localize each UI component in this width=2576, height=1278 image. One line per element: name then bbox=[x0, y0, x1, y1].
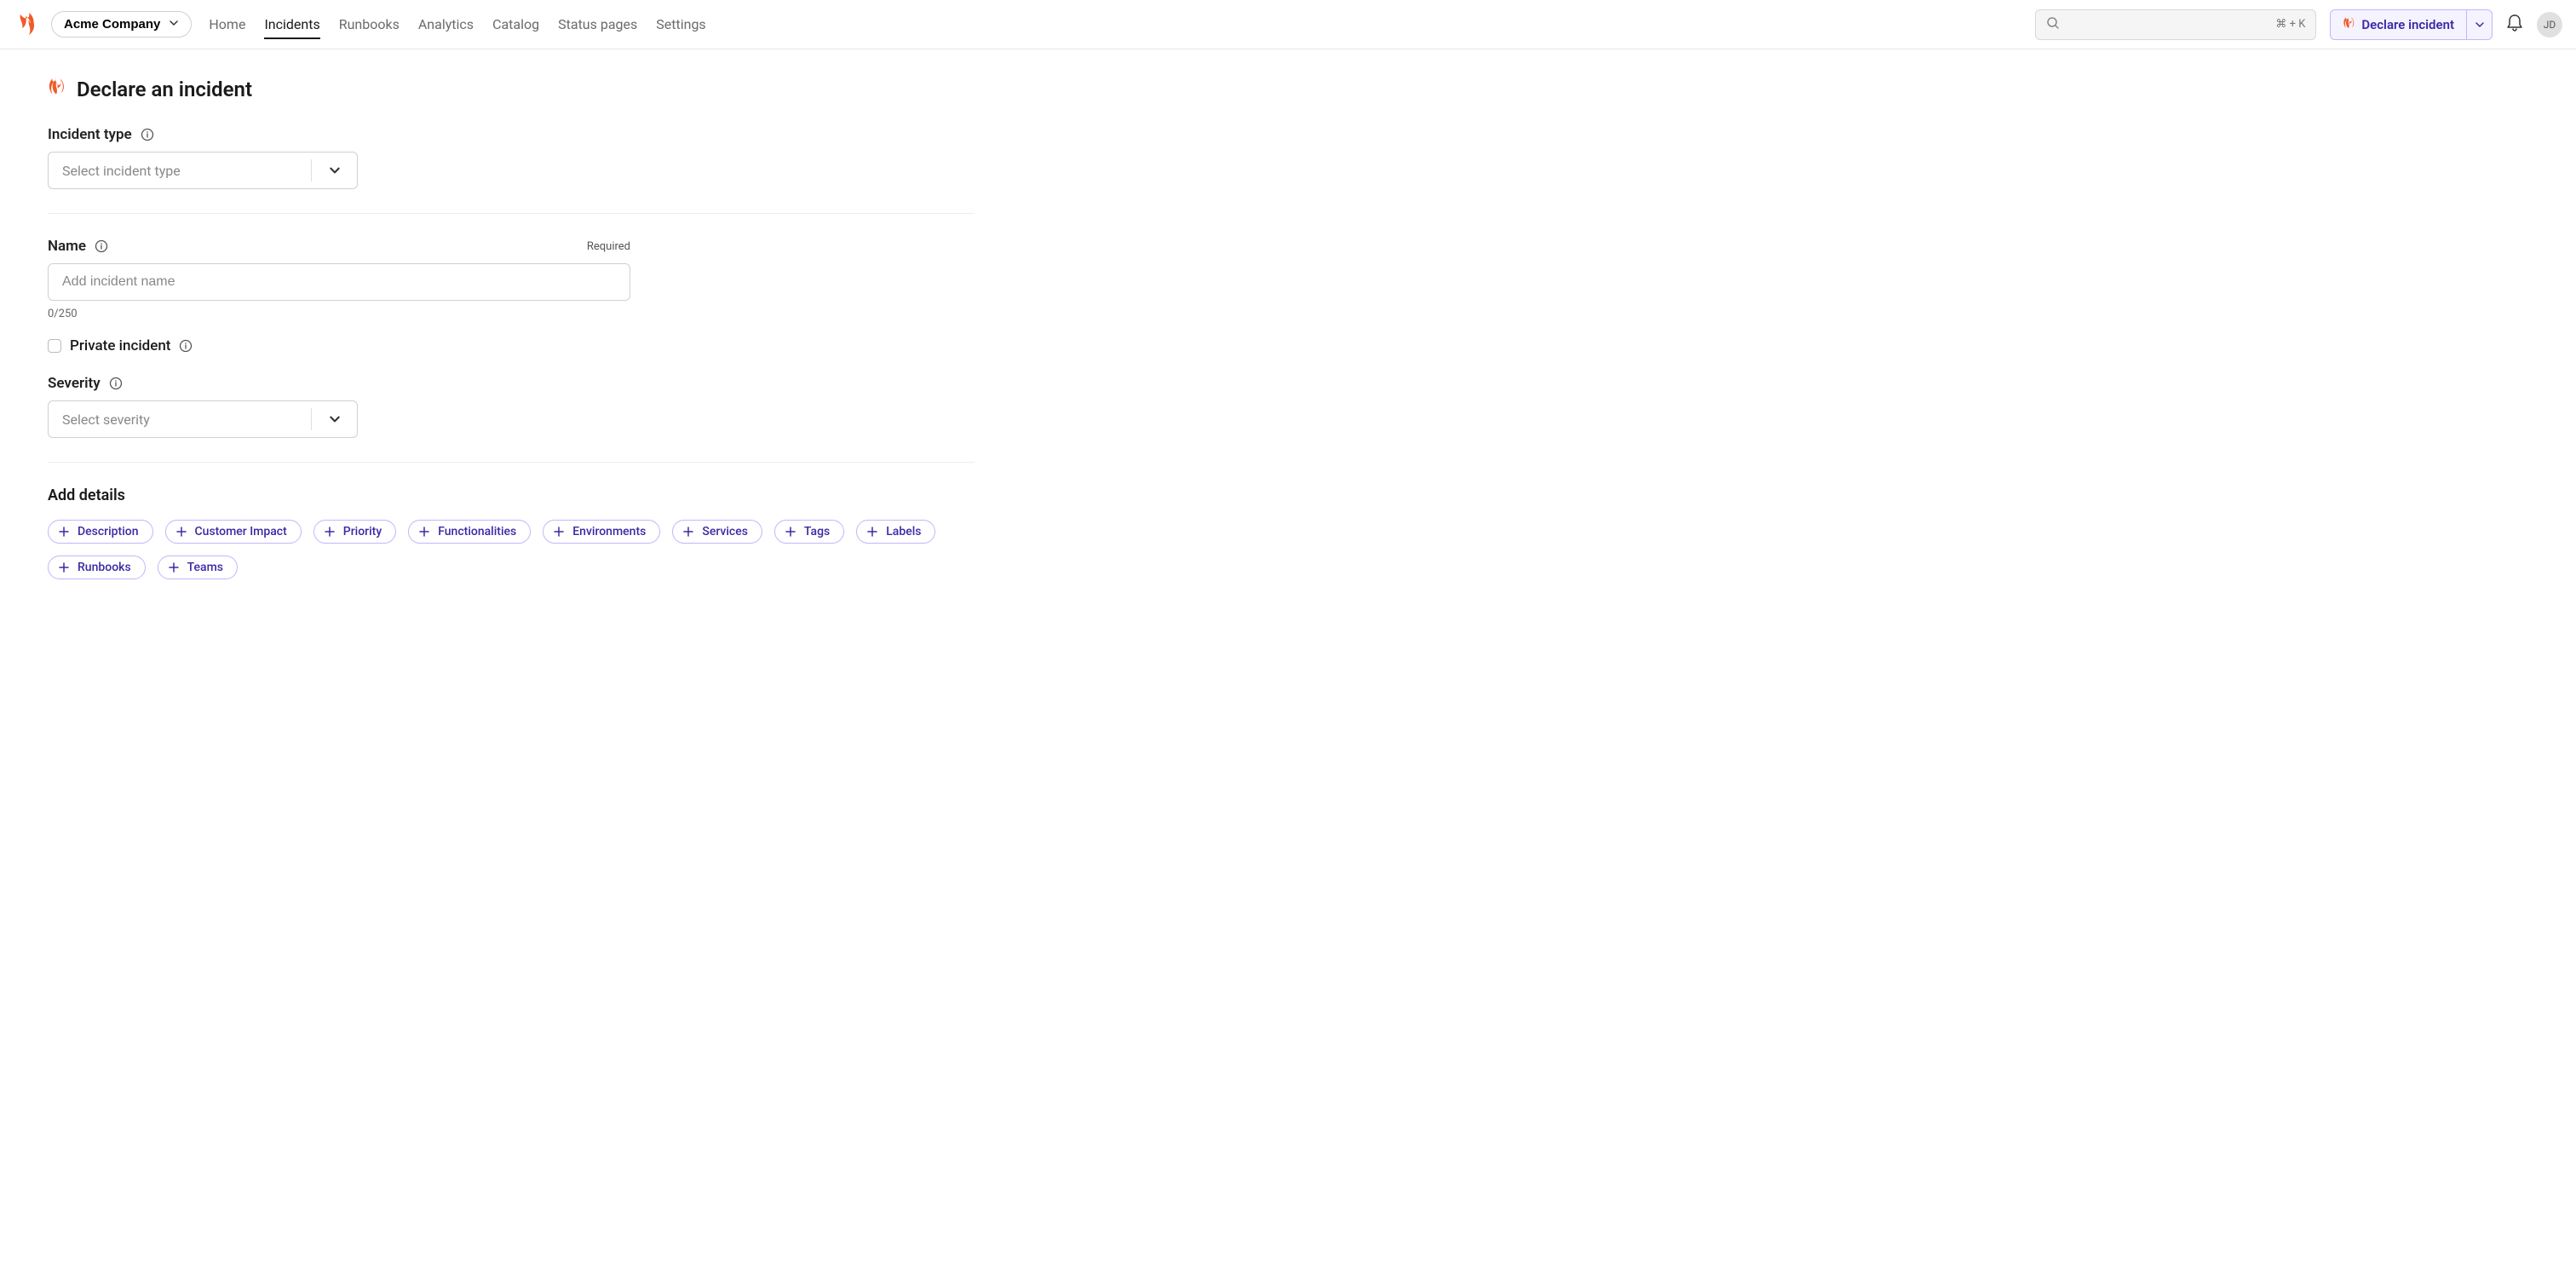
plus-icon bbox=[59, 527, 69, 537]
chip-labels[interactable]: Labels bbox=[856, 520, 935, 544]
nav-catalog[interactable]: Catalog bbox=[492, 3, 539, 46]
details-chip-row: Description Customer Impact Priority Fun… bbox=[48, 520, 985, 579]
severity-label: Severity bbox=[48, 375, 101, 392]
top-nav: Home Incidents Runbooks Analytics Catalo… bbox=[209, 3, 705, 46]
nav-analytics[interactable]: Analytics bbox=[418, 3, 474, 46]
private-incident-label: Private incident bbox=[70, 337, 170, 354]
avatar-initials: JD bbox=[2544, 19, 2556, 31]
nav-incidents[interactable]: Incidents bbox=[264, 3, 319, 46]
divider bbox=[48, 213, 975, 214]
chip-teams[interactable]: Teams bbox=[158, 556, 238, 579]
required-badge: Required bbox=[587, 240, 630, 253]
incident-type-field: Incident type Select incident type bbox=[48, 126, 975, 189]
incident-type-label: Incident type bbox=[48, 126, 132, 143]
search-icon bbox=[2046, 16, 2060, 33]
plus-icon bbox=[169, 562, 179, 573]
declare-incident-button-group: Declare incident bbox=[2330, 9, 2493, 40]
private-incident-checkbox[interactable] bbox=[48, 339, 61, 353]
chip-customer-impact[interactable]: Customer Impact bbox=[165, 520, 302, 544]
search-shortcut: ⌘ + K bbox=[2275, 18, 2305, 31]
info-icon[interactable] bbox=[109, 377, 123, 390]
chevron-down-icon bbox=[311, 408, 357, 429]
main-content: Declare an incident Incident type Select… bbox=[0, 49, 1022, 607]
divider bbox=[48, 462, 975, 463]
fire-icon bbox=[48, 77, 65, 102]
incident-type-placeholder: Select incident type bbox=[62, 163, 181, 179]
plus-icon bbox=[785, 527, 796, 537]
avatar[interactable]: JD bbox=[2537, 12, 2562, 37]
declare-incident-label: Declare incident bbox=[2361, 17, 2454, 32]
page-title-text: Declare an incident bbox=[77, 78, 252, 101]
plus-icon bbox=[325, 527, 335, 537]
chip-services[interactable]: Services bbox=[672, 520, 762, 544]
topbar: Acme Company Home Incidents Runbooks Ana… bbox=[0, 0, 2576, 49]
declare-incident-button[interactable]: Declare incident bbox=[2331, 10, 2466, 39]
plus-icon bbox=[59, 562, 69, 573]
plus-icon bbox=[867, 527, 877, 537]
severity-placeholder: Select severity bbox=[62, 412, 150, 428]
private-incident-row: Private incident bbox=[48, 337, 975, 354]
info-icon[interactable] bbox=[141, 128, 154, 141]
name-char-count: 0/250 bbox=[48, 308, 975, 320]
fire-icon bbox=[2343, 16, 2355, 33]
chip-priority[interactable]: Priority bbox=[313, 520, 396, 544]
app-logo[interactable] bbox=[14, 11, 41, 38]
add-details-title: Add details bbox=[48, 486, 975, 504]
nav-home[interactable]: Home bbox=[209, 3, 245, 46]
chevron-down-icon bbox=[2475, 20, 2485, 30]
plus-icon bbox=[683, 527, 693, 537]
chip-runbooks[interactable]: Runbooks bbox=[48, 556, 146, 579]
nav-runbooks[interactable]: Runbooks bbox=[339, 3, 400, 46]
plus-icon bbox=[554, 527, 564, 537]
name-label: Name bbox=[48, 238, 86, 255]
nav-status-pages[interactable]: Status pages bbox=[558, 3, 637, 46]
declare-incident-dropdown[interactable] bbox=[2466, 10, 2492, 39]
chip-tags[interactable]: Tags bbox=[774, 520, 844, 544]
severity-field: Severity Select severity bbox=[48, 375, 975, 438]
plus-icon bbox=[176, 527, 187, 537]
info-icon[interactable] bbox=[95, 239, 108, 253]
nav-settings[interactable]: Settings bbox=[656, 3, 705, 46]
notifications-button[interactable] bbox=[2506, 14, 2523, 36]
chevron-down-icon bbox=[311, 159, 357, 181]
plus-icon bbox=[419, 527, 429, 537]
org-name: Acme Company bbox=[64, 17, 160, 32]
page-title: Declare an incident bbox=[48, 77, 975, 102]
incident-type-select[interactable]: Select incident type bbox=[48, 152, 358, 189]
name-field: Name Required 0/250 Private incident bbox=[48, 238, 975, 354]
chip-functionalities[interactable]: Functionalities bbox=[408, 520, 531, 544]
severity-select[interactable]: Select severity bbox=[48, 400, 358, 438]
name-input[interactable] bbox=[48, 263, 630, 301]
search-input[interactable]: ⌘ + K bbox=[2035, 9, 2316, 40]
org-switcher[interactable]: Acme Company bbox=[51, 11, 192, 37]
topbar-right: ⌘ + K Declare incident JD bbox=[2035, 9, 2562, 40]
chevron-down-icon bbox=[169, 17, 179, 32]
info-icon[interactable] bbox=[179, 339, 193, 353]
chip-description[interactable]: Description bbox=[48, 520, 153, 544]
chip-environments[interactable]: Environments bbox=[543, 520, 660, 544]
